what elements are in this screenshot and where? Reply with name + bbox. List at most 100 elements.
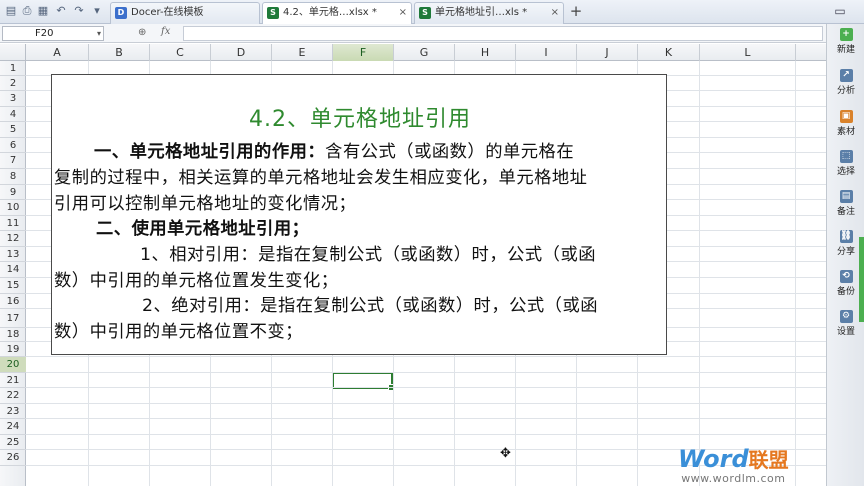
panel-tool-label: 分析 (836, 86, 855, 96)
note-icon: ▤ (839, 190, 853, 203)
row-header-4[interactable]: 4 (0, 107, 26, 122)
row-header-12[interactable]: 12 (0, 231, 26, 247)
panel-tool-label: 素材 (836, 127, 855, 137)
backup-icon: ⟲ (839, 270, 853, 283)
share-icon: ⛓ (839, 230, 853, 243)
text-box-title: 4.2、单元格地址引用 (249, 107, 471, 132)
panel-tool-select[interactable]: ⬚ 选择 (827, 150, 864, 177)
spreadsheet-icon: S (419, 7, 431, 19)
select-all-corner[interactable] (0, 44, 26, 61)
spreadsheet-icon: S (267, 7, 279, 19)
column-header-b[interactable]: B (89, 44, 150, 61)
row-header-9[interactable]: 9 (0, 185, 26, 200)
panel-tool-note[interactable]: ▤ 备注 (827, 190, 864, 217)
page-setup-icon[interactable]: ▦ (36, 4, 50, 18)
column-header-i[interactable]: I (516, 44, 577, 61)
window-menu-icon[interactable]: ▭ (829, 2, 851, 20)
undo-icon[interactable]: ↶ (54, 4, 68, 18)
row-header-6[interactable]: 6 (0, 138, 26, 153)
row-header-20[interactable]: 20 (0, 357, 26, 373)
column-header-e[interactable]: E (272, 44, 333, 61)
text-box[interactable]: 4.2、单元格地址引用 一、单元格地址引用的作用：含有公式（或函数）的单元格在 … (51, 74, 667, 355)
row-header-22[interactable]: 22 (0, 388, 26, 404)
docer-icon: D (115, 7, 127, 19)
panel-tool-material[interactable]: ▣ 素材 (827, 110, 864, 137)
grid-line (26, 434, 826, 435)
row-header-5[interactable]: 5 (0, 122, 26, 138)
column-header-a[interactable]: A (26, 44, 89, 61)
row-header-21[interactable]: 21 (0, 373, 26, 388)
row-header-26[interactable]: 26 (0, 450, 26, 466)
row-header-3[interactable]: 3 (0, 91, 26, 107)
row-headers: 1 2 3 4 5 6 7 8 9 10 11 12 13 14 15 16 17 18 19 20 21 22 23 24 2… (0, 61, 26, 486)
column-header-c[interactable]: C (150, 44, 211, 61)
row-header-15[interactable]: 15 (0, 278, 26, 294)
grid-line (699, 61, 700, 486)
panel-tool-label: 设置 (836, 327, 855, 337)
new-tab-button[interactable]: + (569, 3, 583, 19)
close-icon[interactable]: × (551, 3, 559, 23)
text-line: 一、单元格地址引用的作用：含有公式（或函数）的单元格在 (94, 137, 574, 162)
formula-input[interactable] (183, 26, 823, 41)
formula-bar: F20 ▾ ⊕ fx (0, 24, 826, 43)
column-header-l[interactable]: L (700, 44, 796, 61)
row-header-25[interactable]: 25 (0, 435, 26, 450)
tab-bar: ▤ ⎙ ▦ ↶ ↷ ▾ D Docer-在线模板 S 4.2、单元格…xlsx … (0, 0, 864, 25)
panel-tool-label: 备注 (836, 207, 855, 217)
row-header-10[interactable]: 10 (0, 200, 26, 216)
text-line: 数）中引用的单元格位置发生变化； (54, 271, 339, 291)
text-line: 复制的过程中，相关运算的单元格地址会发生相应变化，单元格地址 (54, 168, 588, 188)
column-header-d[interactable]: D (211, 44, 272, 61)
row-header-16[interactable]: 16 (0, 294, 26, 309)
row-header-19[interactable]: 19 (0, 342, 26, 357)
row-header-2[interactable]: 2 (0, 76, 26, 91)
grid-line (26, 403, 826, 404)
zoom-icon[interactable]: ⊕ (138, 27, 146, 38)
select-icon: ⬚ (839, 150, 853, 163)
analyze-icon: ↗ (839, 69, 853, 82)
watermark-brand-cn: 联盟 (748, 448, 789, 472)
panel-tool-analyze[interactable]: ↗ 分析 (827, 69, 864, 96)
watermark-logo: Word联盟 www.wordlm.com (678, 447, 789, 485)
move-cursor-icon: ✥ (500, 446, 511, 461)
column-header-h[interactable]: H (455, 44, 516, 61)
panel-scroll-indicator (859, 237, 864, 322)
text-part: 含有公式（或函数）的单元格在 (325, 142, 575, 162)
column-headers: ABCDEFGHIJKL (0, 44, 826, 61)
column-header-k[interactable]: K (638, 44, 700, 61)
row-header-24[interactable]: 24 (0, 419, 26, 435)
material-icon: ▣ (839, 110, 853, 123)
row-header-23[interactable]: 23 (0, 404, 26, 419)
column-header-g[interactable]: G (394, 44, 455, 61)
grid-line (26, 356, 826, 357)
row-header-11[interactable]: 11 (0, 216, 26, 231)
app-menu-icon[interactable]: ▤ (4, 4, 18, 18)
chevron-down-icon[interactable]: ▾ (97, 27, 101, 40)
row-header-1[interactable]: 1 (0, 61, 26, 76)
watermark-brand: Word (678, 445, 749, 473)
tab-active-workbook[interactable]: S 4.2、单元格…xlsx * × (262, 2, 412, 25)
settings-icon: ⚙ (839, 310, 853, 323)
dropdown-icon[interactable]: ▾ (90, 4, 104, 18)
column-header-f[interactable]: F (333, 44, 394, 61)
redo-icon[interactable]: ↷ (72, 4, 86, 18)
grid-line (26, 387, 826, 388)
heading-part: 一、单元格地址引用的作用： (94, 142, 326, 162)
row-header-13[interactable]: 13 (0, 247, 26, 262)
row-header-14[interactable]: 14 (0, 262, 26, 278)
row-header-7[interactable]: 7 (0, 153, 26, 169)
tab-label: 单元格地址引…xls * (435, 7, 528, 18)
row-header-8[interactable]: 8 (0, 169, 26, 185)
row-header-17[interactable]: 17 (0, 309, 26, 328)
tab-docer[interactable]: D Docer-在线模板 (110, 2, 260, 24)
name-box[interactable]: F20 ▾ (2, 26, 104, 41)
function-icon[interactable]: fx (161, 26, 170, 37)
row-header-18[interactable]: 18 (0, 328, 26, 342)
column-header-j[interactable]: J (577, 44, 638, 61)
close-icon[interactable]: × (399, 3, 407, 23)
panel-tool-new[interactable]: + 新建 (827, 28, 864, 55)
print-icon[interactable]: ⎙ (20, 4, 34, 18)
tab-second-workbook[interactable]: S 单元格地址引…xls * × (414, 2, 564, 24)
tab-label: 4.2、单元格…xlsx * (283, 7, 377, 18)
text-line: 1、相对引用：是指在复制公式（或函数）时，公式（或函 (140, 245, 597, 265)
